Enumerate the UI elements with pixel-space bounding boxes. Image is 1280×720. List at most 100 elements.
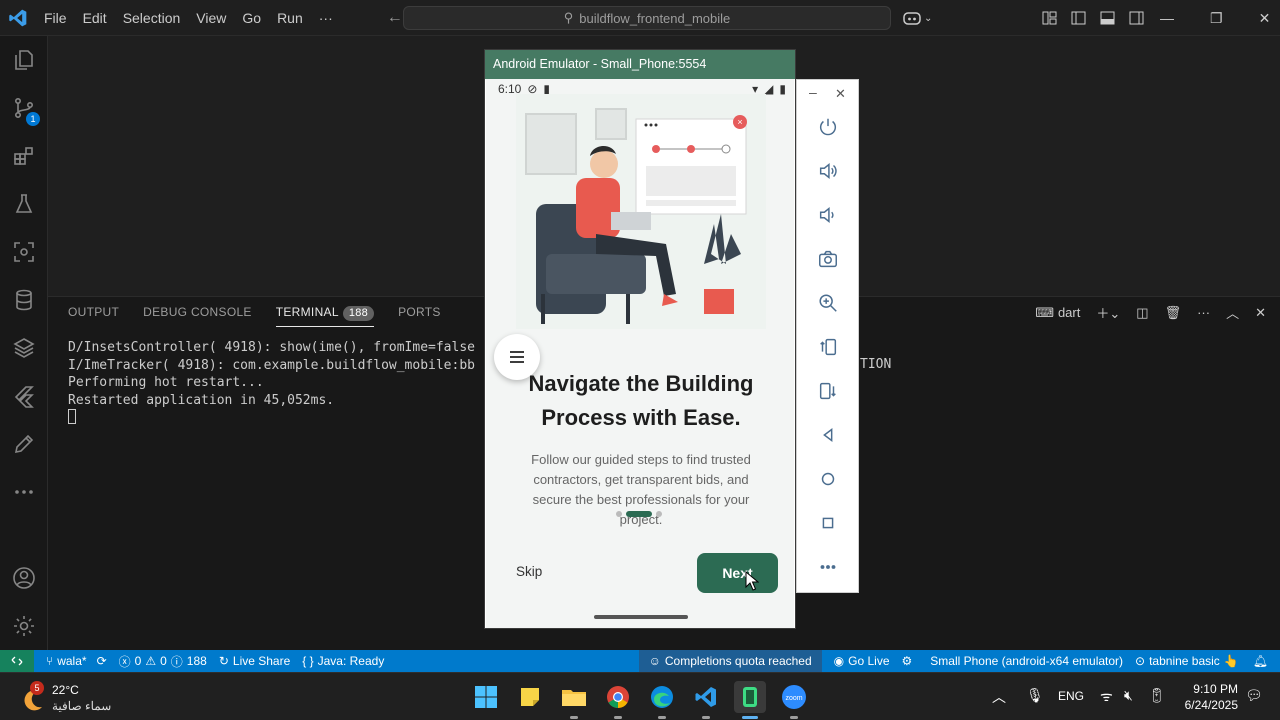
android-emulator-taskbar-icon[interactable] [734,681,766,719]
tab-debug-console[interactable]: DEBUG CONSOLE [143,303,252,327]
vscode-taskbar-icon[interactable] [690,681,722,719]
emulator-title[interactable]: Android Emulator - Small_Phone:5554 [485,50,795,79]
warning-icon: ⚠ [145,654,157,668]
live-share-status[interactable]: ↻ Live Share [219,654,290,668]
account-icon[interactable] [0,556,48,600]
back-triangle-icon[interactable] [811,418,845,452]
close-panel-icon[interactable]: ✕ [1255,305,1266,321]
wifi-tray-icon[interactable]: ᯤ [1100,687,1113,706]
testing-flask-icon[interactable] [0,182,48,226]
next-button[interactable]: Next [697,553,778,593]
notification-center-icon[interactable]: 💬︎ [1245,687,1263,704]
layers-icon[interactable] [0,326,48,370]
show-hidden-icons-chevron-icon[interactable]: ︿ [992,687,1006,707]
overview-square-icon[interactable] [811,506,845,540]
panel-more-icon[interactable]: ··· [1197,305,1210,320]
sticky-notes-icon[interactable] [514,681,546,713]
explorer-icon[interactable] [0,38,48,82]
go-live-status[interactable]: ◉ Go Live [834,654,890,668]
menu-edit[interactable]: Edit [75,0,115,36]
volume-down-icon[interactable] [811,198,845,232]
broadcast-icon: ◉ [833,654,845,668]
toggle-secondary-sidebar-icon[interactable] [1129,11,1144,25]
terminal-shell-selector[interactable]: ⌨ dart [1035,305,1080,321]
battery-tray-icon[interactable]: 🔋︎ [1148,687,1166,704]
emulator-close-icon[interactable]: ✕ [835,86,846,102]
back-arrow-icon[interactable]: ← [387,9,403,27]
device-selector[interactable]: Small Phone (android-x64 emulator) [930,654,1123,668]
split-terminal-icon[interactable]: ◫ [1136,305,1148,321]
menu-more[interactable]: ··· [311,0,341,36]
menu-file[interactable]: File [36,0,75,36]
branch-status[interactable]: ⑂ wala* ⟳ [46,654,107,668]
chrome-icon[interactable] [602,681,634,719]
java-icon: { } [302,654,314,668]
flutter-icon[interactable] [0,374,48,418]
edge-icon[interactable] [646,681,678,719]
rotate-left-icon[interactable] [811,330,845,364]
emulator-minimize-icon[interactable]: – [809,84,817,100]
source-control-icon[interactable]: 1 [0,86,48,130]
menu-go[interactable]: Go [234,0,269,36]
weather-badge: 5 [30,681,44,695]
tabnine-icon: ⊙ [1135,654,1146,668]
volume-up-icon[interactable] [811,154,845,188]
svg-text:zoom: zoom [785,695,802,702]
page-dot-active [626,511,652,517]
database-icon[interactable] [0,278,48,322]
command-center-search[interactable]: ⚲ buildflow_frontend_mobile [403,6,891,30]
close-icon[interactable]: ✕ [1259,10,1271,27]
emulator-more-icon[interactable] [811,550,845,584]
microphone-icon[interactable]: 🎙︎ [1026,687,1044,704]
vscode-logo-icon[interactable] [0,0,36,36]
power-icon[interactable] [811,110,845,144]
file-explorer-icon[interactable] [558,681,590,719]
toggle-panel-icon[interactable] [1100,11,1115,25]
clock[interactable]: 9:10 PM 6/24/2025 [1176,681,1238,713]
tab-terminal[interactable]: TERMINAL 188 [275,303,375,327]
tab-ports[interactable]: PORTS [398,303,441,327]
zoom-app-icon[interactable]: zoom [778,681,810,719]
problems-status[interactable]: ⓧ 0 ⚠ 0 ⓘ 188 [119,653,207,670]
remote-explorer-icon[interactable] [0,230,48,274]
settings-gear-icon[interactable] [0,604,48,648]
flutter-device-status[interactable]: ⚙ [902,654,913,668]
menu-view[interactable]: View [188,0,234,36]
maximize-panel-icon[interactable]: ︿ [1226,303,1239,322]
menu-selection[interactable]: Selection [115,0,189,36]
tabnine-status[interactable]: ⊙ tabnine basic 👆 [1135,654,1239,668]
copilot-icon[interactable]: ⌄ [902,0,932,36]
customize-layout-icon[interactable] [1042,11,1057,25]
info-icon: ⓘ [170,654,183,669]
skip-button[interactable]: Skip [516,564,542,579]
home-circle-icon[interactable] [811,462,845,496]
more-dots-icon[interactable] [0,470,48,514]
kill-terminal-icon[interactable]: 🗑 [1165,305,1182,321]
minimize-icon[interactable]: — [1160,10,1174,26]
terminal-line: Restarted application in 45,052ms. [68,392,335,408]
home-gesture-bar[interactable] [594,615,688,619]
notifications-bell-icon[interactable]: 🔔︎ [1253,654,1268,668]
battery-icon: ▮ [779,82,786,96]
rotate-right-icon[interactable] [811,374,845,408]
input-language[interactable]: ENG [1058,689,1084,703]
emulator-toolbar: – ✕ [796,79,859,593]
copilot-quota-status[interactable]: ☺ Completions quota reached [638,650,822,672]
extensions-icon[interactable] [0,134,48,178]
toggle-sidebar-icon[interactable] [1071,11,1086,25]
branch-name: wala* [57,654,87,668]
weather-widget[interactable]: 5 22°C سماء صافية [18,681,128,715]
remote-indicator-icon[interactable] [0,650,34,672]
menu-run[interactable]: Run [269,0,311,36]
terminal-output[interactable]: D/InsetsController( 4918): show(ime(), f… [68,339,475,427]
zoom-icon[interactable] [811,286,845,320]
edit-pencil-icon[interactable] [0,422,48,466]
java-status[interactable]: { } Java: Ready [302,654,384,668]
new-terminal-icon[interactable]: ＋⌄ [1096,303,1120,322]
tab-output[interactable]: OUTPUT [68,303,119,327]
restore-icon[interactable]: ❐ [1210,10,1223,27]
error-icon: ⓧ [118,654,131,669]
start-windows-icon[interactable] [470,681,502,713]
volume-muted-icon[interactable]: 🔇︎ [1124,687,1133,704]
camera-icon[interactable] [811,242,845,276]
